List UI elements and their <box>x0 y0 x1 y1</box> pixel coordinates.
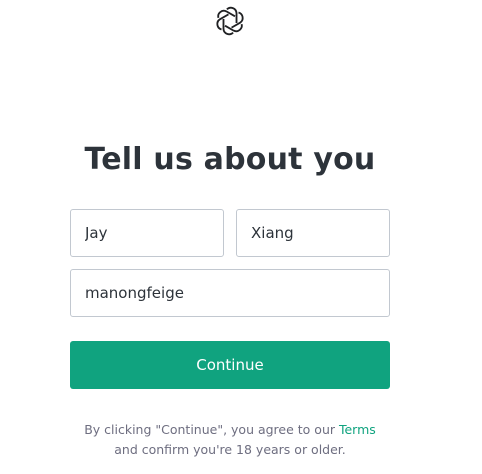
openai-logo-icon <box>213 4 247 38</box>
legal-age-text: and confirm you're 18 years or older. <box>114 442 346 457</box>
page-title: Tell us about you <box>84 142 376 177</box>
terms-link[interactable]: Terms <box>339 422 376 437</box>
legal-prefix-text: By clicking "Continue", you agree to our <box>84 422 339 437</box>
legal-notice: By clicking "Continue", you agree to our… <box>60 420 400 460</box>
continue-button[interactable]: Continue <box>70 341 390 389</box>
username-input[interactable] <box>70 269 390 317</box>
first-name-input[interactable] <box>70 209 224 257</box>
last-name-input[interactable] <box>236 209 390 257</box>
